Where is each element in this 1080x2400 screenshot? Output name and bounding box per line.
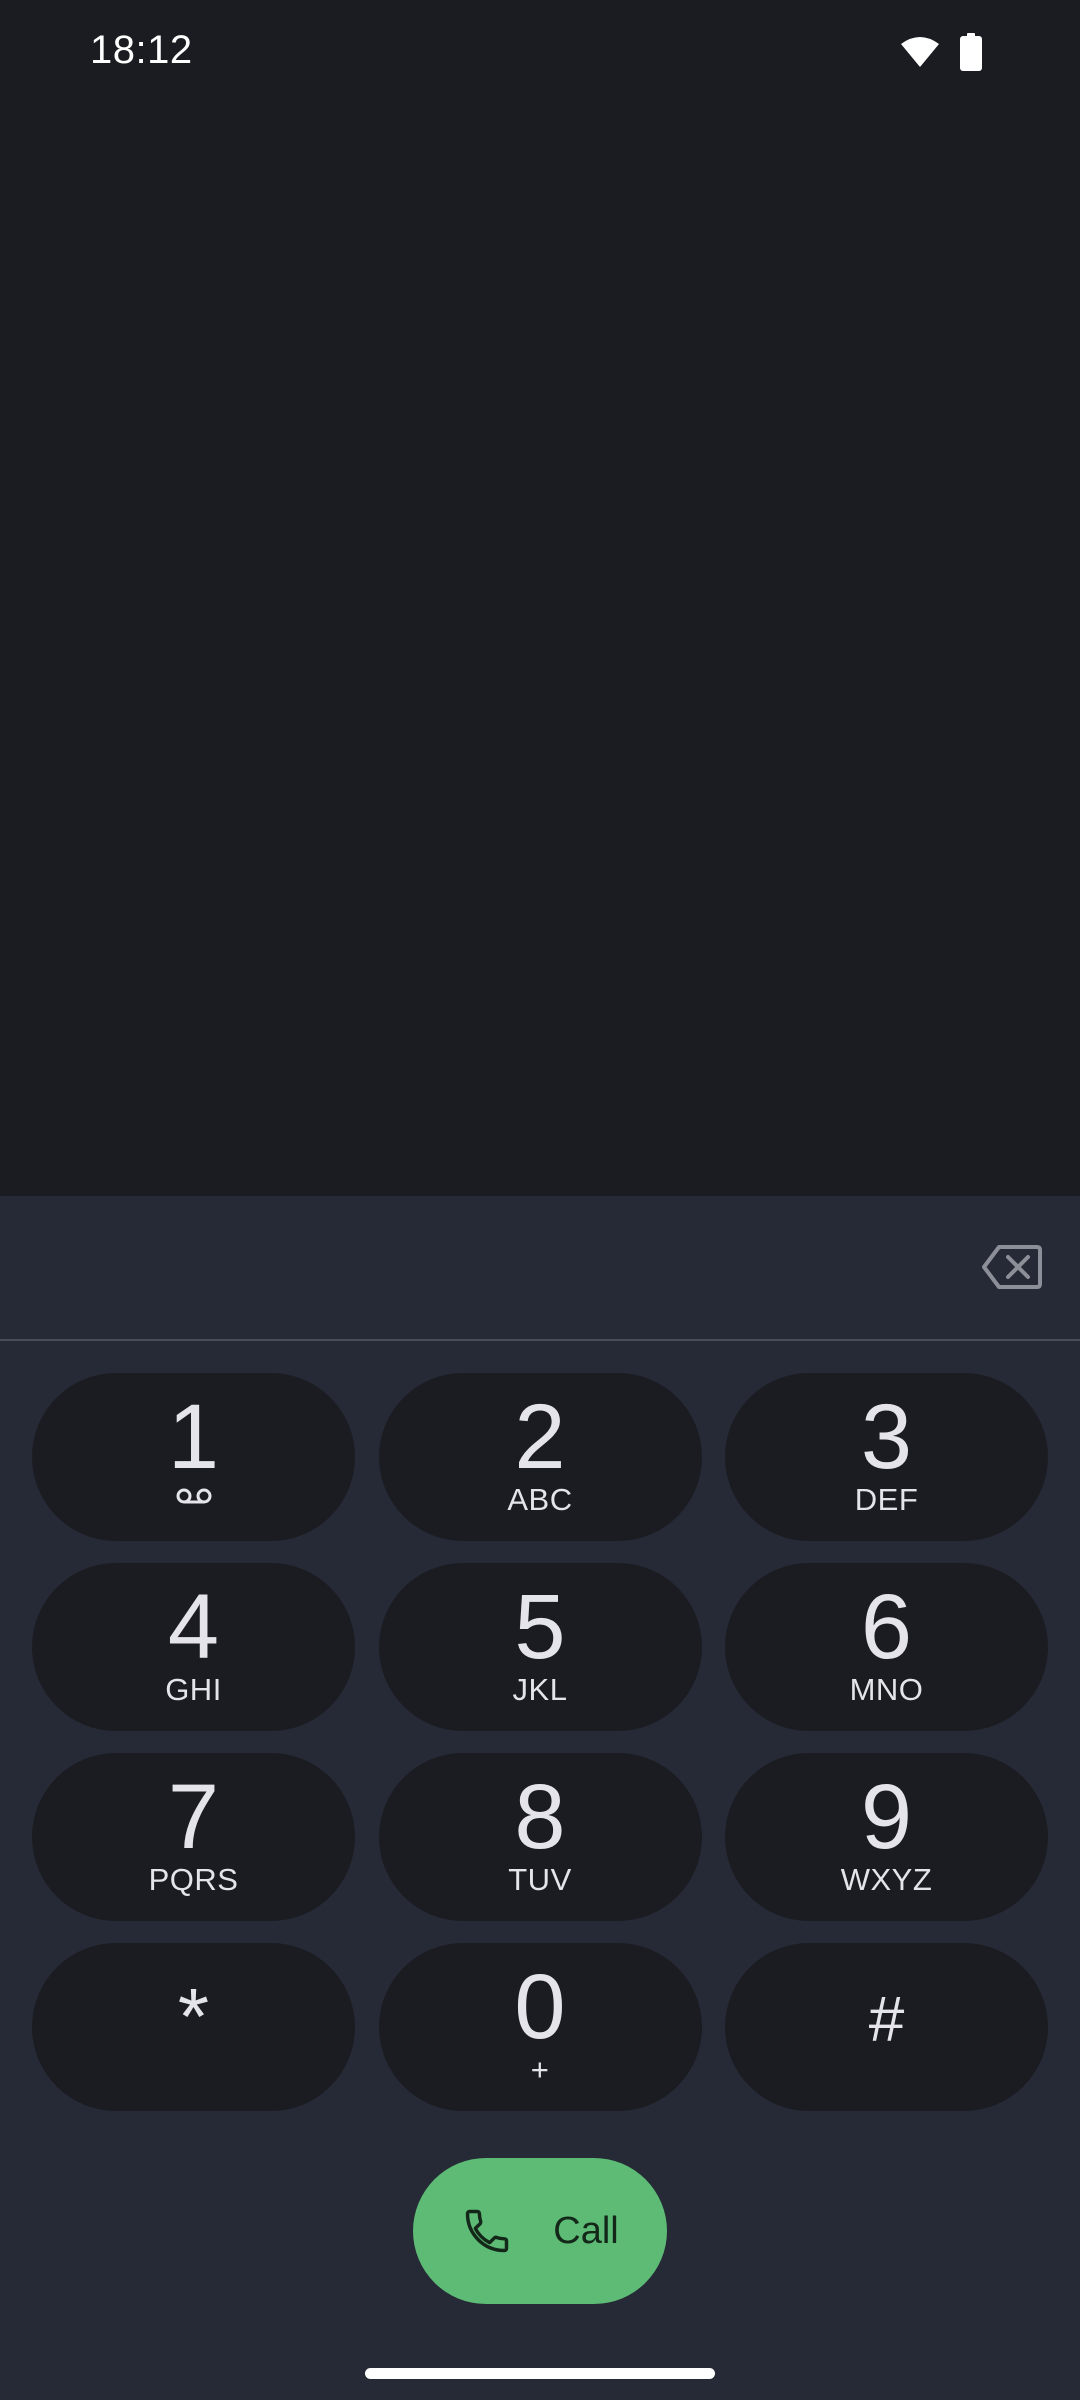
status-icons — [900, 33, 982, 71]
key-letters: WXYZ — [840, 1862, 933, 1897]
dialer-screen: 18:12 1 2 ABC 3 DEF 4 GHI 5 JKL 6 MNO 7 … — [0, 0, 1080, 2400]
key-8[interactable]: 8 TUV — [378, 1753, 702, 1921]
key-digit: 7 — [167, 1766, 220, 1868]
key-letters: DEF — [854, 1482, 919, 1517]
key-hash[interactable]: # — [725, 1943, 1048, 2111]
key-digit: 8 — [514, 1766, 566, 1868]
key-letters: MNO — [849, 1672, 924, 1707]
key-digit: 6 — [860, 1576, 913, 1678]
key-digit: 2 — [514, 1386, 566, 1488]
key-digit: 5 — [514, 1576, 566, 1678]
number-field-divider — [0, 1339, 1080, 1341]
key-letters: ABC — [507, 1482, 573, 1517]
key-6[interactable]: 6 MNO — [725, 1563, 1048, 1731]
key-symbol: * — [177, 1972, 210, 2061]
key-digit: 1 — [167, 1386, 220, 1488]
dialpad-sheet: 1 2 ABC 3 DEF 4 GHI 5 JKL 6 MNO 7 PQRS 8… — [0, 1196, 1080, 2400]
status-bar: 18:12 — [0, 0, 1080, 106]
battery-icon — [960, 33, 982, 71]
key-digit: 3 — [860, 1386, 913, 1488]
keypad: 1 2 ABC 3 DEF 4 GHI 5 JKL 6 MNO 7 PQRS 8… — [32, 1373, 1048, 2111]
key-2[interactable]: 2 ABC — [378, 1373, 702, 1541]
voicemail-icon — [176, 1488, 211, 1504]
call-label: Call — [553, 2209, 619, 2252]
voicemail-icon-wrap — [32, 1487, 355, 1505]
key-letters: GHI — [165, 1672, 222, 1707]
key-0[interactable]: 0 + — [378, 1943, 702, 2111]
status-time: 18:12 — [90, 28, 193, 72]
key-letters: PQRS — [148, 1862, 239, 1897]
number-field — [0, 1196, 1080, 1339]
key-letters: JKL — [512, 1672, 568, 1707]
key-4[interactable]: 4 GHI — [32, 1563, 355, 1731]
key-digit: 0 — [514, 1956, 566, 2058]
key-star[interactable]: * — [32, 1943, 355, 2111]
key-digit: 4 — [167, 1576, 220, 1678]
key-symbol: # — [868, 1983, 905, 2055]
dialed-number-display[interactable] — [60, 1226, 920, 1306]
key-digit: 9 — [860, 1766, 913, 1868]
key-3[interactable]: 3 DEF — [725, 1373, 1048, 1541]
home-indicator[interactable] — [365, 2368, 715, 2379]
backspace-button[interactable] — [974, 1233, 1050, 1301]
key-7[interactable]: 7 PQRS — [32, 1753, 355, 1921]
wifi-icon — [901, 37, 939, 67]
key-1[interactable]: 1 — [32, 1373, 355, 1541]
key-5[interactable]: 5 JKL — [378, 1563, 702, 1731]
key-9[interactable]: 9 WXYZ — [725, 1753, 1048, 1921]
call-log-area — [0, 106, 1080, 1196]
key-letters: + — [530, 2052, 550, 2087]
call-button[interactable]: Call — [413, 2158, 667, 2304]
backspace-icon — [982, 1245, 1042, 1289]
key-letters: TUV — [508, 1862, 572, 1897]
phone-icon — [466, 2209, 509, 2253]
